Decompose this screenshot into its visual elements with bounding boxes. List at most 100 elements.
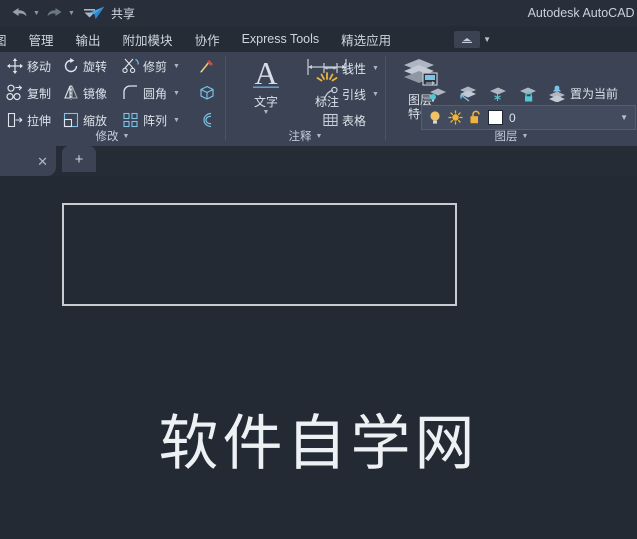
layer-freeze-button[interactable] (488, 82, 507, 104)
close-icon[interactable]: ✕ (37, 155, 48, 168)
panel-modify-title-label: 修改 (95, 131, 119, 143)
modify-3dbox-button[interactable] (198, 82, 216, 104)
tab-express-tools[interactable]: Express Tools (231, 26, 331, 52)
watermark-text: 软件自学网 (158, 409, 479, 479)
trim-icon (122, 58, 139, 74)
modify-array-dropdown-icon[interactable]: ▼ (173, 117, 180, 124)
panel-layers-expand-icon[interactable]: ▼ (522, 133, 529, 140)
modify-trim-dropdown-icon[interactable]: ▼ (173, 63, 180, 70)
undo-icon-svg (12, 8, 26, 17)
modify-scale-label: 缩放 (83, 113, 108, 128)
quick-access-toolbar: ▼ ▼ (8, 0, 100, 26)
new-tab-button[interactable]: + (62, 146, 96, 172)
svg-text:A: A (254, 56, 277, 91)
undo-dropdown-icon[interactable]: ▼ (32, 2, 41, 24)
layer-combo-chevron-down-icon[interactable]: ▼ (620, 113, 628, 122)
workspace-switch-icon-svg (462, 37, 473, 43)
layer-lock-icon (520, 87, 536, 101)
rotate-icon (64, 58, 78, 73)
redo-dropdown-icon[interactable]: ▼ (67, 2, 76, 24)
modify-fillet-label: 圆角 (143, 86, 168, 101)
move-icon (7, 58, 23, 74)
modify-mirror-button[interactable]: 镜像 (62, 82, 107, 104)
annotation-linear-dropdown-icon[interactable]: ▼ (372, 65, 379, 72)
panel-modify-expand-icon[interactable]: ▼ (123, 133, 130, 140)
panel-layers-title: 图层 ▼ (386, 128, 637, 144)
tab-output[interactable]: 输出 (65, 26, 112, 52)
share-button[interactable]: 共享 (88, 0, 135, 26)
annotation-text-label: 文字 (253, 95, 278, 109)
layer-unisolate-icon (460, 86, 476, 102)
table-icon (323, 113, 338, 127)
drawing-canvas[interactable]: 软件自学网 (0, 176, 637, 539)
modify-explode-button[interactable] (198, 55, 216, 77)
layer-lock-button[interactable] (518, 82, 537, 104)
layer-set-current-label: 置为当前 (570, 86, 619, 101)
panel-modify: 移动 旋转 修剪 ▼ 复制 镜像 圆角 ▼ 拉伸 缩放 阵列 ▼ 修改 ▼ (0, 52, 225, 146)
modify-trim-label: 修剪 (143, 59, 168, 74)
explode-icon (200, 60, 213, 73)
offset-icon (203, 112, 212, 128)
workspace-switch-icon[interactable] (454, 30, 481, 48)
scale-icon (63, 112, 79, 128)
layer-unisolate-button[interactable] (458, 82, 477, 104)
modify-array-label: 阵列 (143, 113, 168, 128)
layer-isolate-button[interactable] (428, 82, 447, 104)
rectangle[interactable] (62, 203, 457, 306)
annotation-leader-button[interactable]: 引线 ▼ (322, 83, 379, 105)
annotation-leader-label: 引线 (342, 87, 367, 102)
layer-unlock-icon[interactable] (469, 110, 482, 125)
annotation-table-label: 表格 (342, 113, 367, 128)
share-label: 共享 (111, 6, 136, 21)
modify-move-button[interactable]: 移动 (6, 55, 51, 77)
modify-copy-label: 复制 (27, 86, 52, 101)
leader-icon (323, 86, 338, 101)
annotation-text-dropdown-icon[interactable]: ▼ (263, 109, 270, 116)
layer-freeze-icon (490, 87, 506, 101)
linear-dimension-icon (323, 63, 338, 73)
layer-set-current-button[interactable]: 置为当前 (546, 82, 618, 104)
stretch-icon (7, 112, 23, 128)
app-title: Autodesk AutoCAD 2 (527, 6, 637, 20)
mirror-icon (64, 85, 78, 100)
panel-layers-title-label: 图层 (494, 131, 518, 143)
panel-annotation-title: 注释 ▼ (226, 128, 385, 144)
annotation-leader-dropdown-icon[interactable]: ▼ (372, 91, 379, 98)
layer-name-value: 0 (509, 110, 516, 125)
modify-rotate-button[interactable]: 旋转 (62, 55, 107, 77)
modify-fillet-dropdown-icon[interactable]: ▼ (173, 90, 180, 97)
panel-annotation-title-label: 注释 (288, 131, 312, 143)
three-d-box-icon (200, 85, 214, 100)
ribbon-tab-bar: 图 管理 输出 附加模块 协作 Express Tools 精选应用 ▼ (0, 26, 637, 52)
modify-stretch-label: 拉伸 (27, 113, 52, 128)
redo-icon[interactable] (43, 2, 65, 24)
modify-mirror-label: 镜像 (83, 86, 108, 101)
tab-view[interactable]: 图 (0, 26, 18, 52)
layer-combo-box[interactable]: 0 ▼ (421, 105, 636, 130)
modify-copy-button[interactable]: 复制 (6, 82, 51, 104)
modify-move-label: 移动 (27, 59, 52, 74)
tab-collaborate[interactable]: 协作 (184, 26, 231, 52)
left-dock-strip (0, 146, 5, 176)
panel-layers: 图层 特性 置为当前 图层 ▼ (386, 52, 637, 146)
layer-freeze-sun-icon[interactable] (448, 110, 463, 125)
tab-featured-apps[interactable]: 精选应用 (330, 26, 402, 52)
modify-trim-button[interactable]: 修剪 ▼ (122, 55, 180, 77)
undo-icon[interactable] (8, 2, 30, 24)
tab-manage[interactable]: 管理 (18, 26, 65, 52)
workspace-dropdown-icon[interactable]: ▼ (483, 35, 491, 44)
tab-addins[interactable]: 附加模块 (112, 26, 184, 52)
share-plane-icon (89, 6, 105, 20)
ribbon-body: 移动 旋转 修剪 ▼ 复制 镜像 圆角 ▼ 拉伸 缩放 阵列 ▼ 修改 ▼ A … (0, 52, 637, 146)
layer-color-swatch[interactable] (488, 110, 503, 125)
redo-icon-svg (47, 8, 61, 17)
modify-fillet-button[interactable]: 圆角 ▼ (122, 82, 180, 104)
layer-on-bulb-icon[interactable] (428, 110, 442, 125)
annotation-linear-button[interactable]: 线性 ▼ (322, 57, 379, 79)
panel-annotation-expand-icon[interactable]: ▼ (316, 133, 323, 140)
document-tab-active[interactable]: g* ✕ (0, 146, 56, 176)
modify-rotate-label: 旋转 (83, 59, 108, 74)
panel-modify-title: 修改 ▼ (0, 128, 225, 144)
title-bar: ▼ ▼ 共享 Autodesk AutoCAD 2 (0, 0, 637, 26)
annotation-text-button[interactable]: A 文字 ▼ (240, 56, 292, 116)
